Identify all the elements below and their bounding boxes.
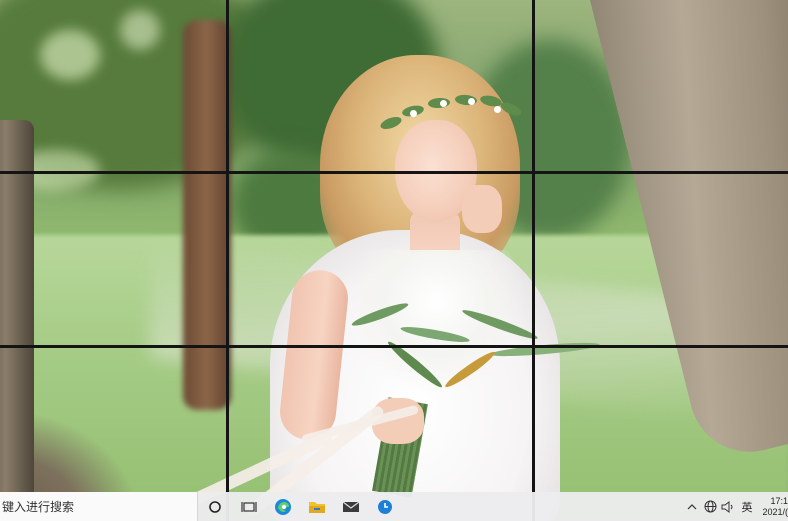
- chevron-up-icon: [687, 503, 697, 509]
- tree-trunk: [0, 120, 34, 521]
- speaker-icon[interactable]: [720, 492, 736, 521]
- video-wall-seam: [532, 0, 535, 521]
- edge-icon[interactable]: [266, 492, 300, 521]
- tree-trunk: [183, 20, 231, 410]
- task-view-icon[interactable]: [232, 492, 266, 521]
- video-wall-seam: [0, 345, 788, 348]
- bokeh-light: [120, 10, 160, 50]
- show-hidden-icons-button[interactable]: [684, 492, 700, 521]
- globe-icon[interactable]: [702, 492, 718, 521]
- wedding-photo-video-wall: [0, 0, 788, 521]
- bride-hand: [462, 185, 502, 233]
- video-wall-seam: [0, 171, 788, 174]
- taskbar: 键入进行搜索 英 17:1 2021/(: [0, 492, 788, 521]
- clock-date: 2021/(: [762, 506, 788, 517]
- search-box-text: 键入进行搜索: [2, 500, 75, 514]
- file-explorer-icon[interactable]: [300, 492, 334, 521]
- input-method-indicator[interactable]: 英: [738, 492, 756, 521]
- clock-app-icon[interactable]: [368, 492, 402, 521]
- clock-time: 17:1: [770, 495, 788, 506]
- cortana-icon[interactable]: [198, 492, 232, 521]
- taskbar-clock[interactable]: 17:1 2021/(: [758, 496, 788, 518]
- taskbar-search-box[interactable]: 键入进行搜索: [0, 492, 198, 521]
- mail-icon[interactable]: [334, 492, 368, 521]
- system-tray: 英 17:1 2021/(: [684, 492, 788, 521]
- bokeh-light: [40, 30, 100, 80]
- video-wall-seam: [226, 0, 229, 521]
